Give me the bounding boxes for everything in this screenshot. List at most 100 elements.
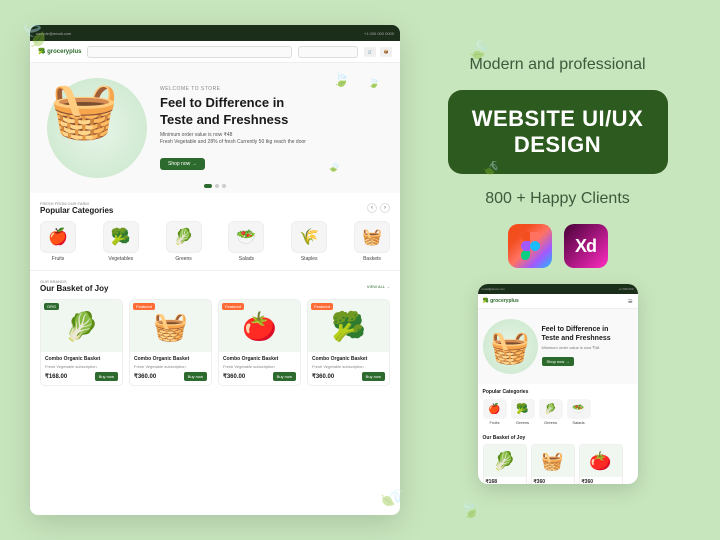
categories-grid: 🍎 Fruits 🥦 Vegetables 🥬 Greens 🥗 Salads …: [40, 221, 390, 262]
category-item-greens[interactable]: 🥬 Greens: [166, 221, 202, 262]
product-name-4: Combo Organic Basket: [312, 356, 385, 363]
category-item-baskets[interactable]: 🧺 Baskets: [354, 221, 390, 262]
products-section: OUR BRANDS Our Basket of Joy View All → …: [30, 271, 400, 394]
product-name-2: Combo Organic Basket: [134, 356, 207, 363]
categories-header: FRESH FROM OUR FARM Popular Categories ‹…: [40, 201, 390, 215]
clients-text: 800 + Happy Clients: [485, 190, 630, 208]
mobile-products-title: Our Basket of Joy: [483, 435, 633, 441]
mobile-products: Our Basket of Joy 🥬 ₹168 🧺 ₹360 🍅 ₹360: [478, 430, 638, 484]
categories-title: Popular Categories: [40, 206, 113, 215]
add-to-cart-btn-2[interactable]: Buy now: [184, 372, 207, 381]
product-img-2: 🧺 Featured: [130, 300, 211, 352]
figma-icon: [508, 224, 552, 268]
category-item-fruits[interactable]: 🍎 Fruits: [40, 221, 76, 262]
nav-icons: 🛒 📦: [364, 47, 392, 57]
product-img-4: 🥦 Featured: [308, 300, 389, 352]
category-item-vegetables[interactable]: 🥦 Vegetables: [103, 221, 139, 262]
hero-title-line2: Teste and Freshness: [160, 112, 288, 127]
xd-icon: Xd: [564, 224, 608, 268]
mobile-product-img-2: 🧺: [532, 445, 574, 477]
nav-cart-icon[interactable]: 🛒: [364, 47, 376, 57]
hero-section: 🧺 🍃 🍃 🍃 WELCOME TO STORE Feel to Differe…: [30, 63, 400, 193]
hero-image: 🧺: [42, 73, 152, 183]
product-footer-4: ₹360.00 Buy now: [312, 372, 385, 381]
hero-cta-button[interactable]: Shop now →: [160, 158, 205, 170]
categories-next-btn[interactable]: ›: [380, 203, 390, 213]
add-to-cart-btn-3[interactable]: Buy now: [273, 372, 296, 381]
product-footer-3: ₹360.00 Buy now: [223, 372, 296, 381]
mobile-hero-sub: Minimum order value is now ₹48: [542, 345, 633, 350]
product-icon-4: 🥦: [331, 310, 366, 343]
product-card-1: 🥬 ORG Combo Organic Basket Fresh Vegetab…: [40, 299, 123, 386]
nav-category[interactable]: [298, 46, 358, 58]
tool-icons: Xd: [508, 224, 608, 268]
mobile-product-1: 🥬 ₹168: [483, 444, 527, 484]
nav-logo: 🥦 groceryplus: [38, 48, 81, 55]
mobile-product-img-3: 🍅: [580, 445, 622, 477]
mobile-fruits-icon: 🍎: [483, 399, 507, 419]
hero-title: Feel to Difference in Teste and Freshnes…: [160, 95, 388, 129]
mobile-cats-title: Popular Categories: [483, 389, 633, 395]
add-to-cart-btn-4[interactable]: Buy now: [362, 372, 385, 381]
mobile-product-price-1: ₹168: [484, 477, 526, 484]
categories-nav: ‹ ›: [367, 203, 390, 213]
product-card-4: 🥦 Featured Combo Organic Basket Fresh Ve…: [307, 299, 390, 386]
product-icon-3: 🍅: [242, 310, 277, 343]
category-item-staples[interactable]: 🌾 Staples: [291, 221, 327, 262]
mobile-top-bar: email@store.com +1 000 000: [478, 284, 638, 294]
mobile-products-row: 🥬 ₹168 🧺 ₹360 🍅 ₹360: [483, 444, 633, 484]
mobile-hero: 🧺 Feel to Difference in Teste and Freshn…: [478, 309, 638, 384]
category-item-salads[interactable]: 🥗 Salads: [228, 221, 264, 262]
baskets-label: Baskets: [363, 256, 381, 262]
mobile-hero-cta[interactable]: Shop now →: [542, 357, 575, 366]
product-card-2: 🧺 Featured Combo Organic Basket Fresh Ve…: [129, 299, 212, 386]
mobile-mockup: email@store.com +1 000 000 🥦 groceryplus…: [478, 284, 638, 484]
mobile-greens-label: Greens: [544, 420, 557, 425]
xd-label: Xd: [575, 236, 596, 257]
main-badge: WEBSITE UI/UX DESIGN: [448, 90, 668, 175]
categories-prev-btn[interactable]: ‹: [367, 203, 377, 213]
mobile-product-price-3: ₹360: [580, 477, 622, 484]
product-name-3: Combo Organic Basket: [223, 356, 296, 363]
dot-1[interactable]: [204, 184, 212, 188]
mobile-menu-icon[interactable]: ≡: [628, 297, 633, 306]
mobile-top-right: +1 000 000: [618, 287, 633, 291]
product-img-1: 🥬 ORG: [41, 300, 122, 352]
products-header: OUR BRANDS Our Basket of Joy View All →: [40, 279, 390, 293]
product-info-4: Combo Organic Basket Fresh Vegetable sub…: [308, 352, 389, 385]
greens-icon-box: 🥬: [166, 221, 202, 253]
add-to-cart-btn-1[interactable]: Buy now: [95, 372, 118, 381]
dot-3[interactable]: [222, 184, 226, 188]
product-price-4: ₹360.00: [312, 373, 334, 380]
product-info-1: Combo Organic Basket Fresh Vegetable sub…: [41, 352, 122, 385]
mobile-product-img-1: 🥬: [484, 445, 526, 477]
view-all-link[interactable]: View All →: [367, 284, 390, 289]
product-desc-3: Fresh Vegetable subscription: [223, 364, 296, 369]
product-icon-1: 🥬: [64, 310, 99, 343]
nav-search[interactable]: [87, 46, 292, 58]
mobile-basket-icon: 🧺: [483, 319, 538, 374]
mobile-product-price-2: ₹360: [532, 477, 574, 484]
mobile-cat-greens[interactable]: 🥬 Greens: [539, 399, 563, 425]
mobile-cat-salads[interactable]: 🥗 Salads: [567, 399, 591, 425]
products-header-left: OUR BRANDS Our Basket of Joy: [40, 279, 108, 293]
info-subtitle: Modern and professional: [469, 56, 645, 74]
product-icon-2: 🧺: [153, 310, 188, 343]
nav-bar: 🥦 groceryplus 🛒 📦: [30, 41, 400, 63]
mobile-cat-fruits[interactable]: 🍎 Fruits: [483, 399, 507, 425]
product-info-2: Combo Organic Basket Fresh Vegetable sub…: [130, 352, 211, 385]
product-badge-1: ORG: [44, 303, 59, 310]
mobile-fruits-label: Fruits: [490, 420, 500, 425]
product-price-2: ₹360.00: [134, 373, 156, 380]
mobile-greens-icon: 🥬: [539, 399, 563, 419]
mobile-cat-vegetables[interactable]: 🥦 Greens: [511, 399, 535, 425]
categories-header-left: FRESH FROM OUR FARM Popular Categories: [40, 201, 113, 215]
product-badge-3: Featured: [222, 303, 244, 310]
products-title: Our Basket of Joy: [40, 284, 108, 293]
product-desc-1: Fresh Vegetable subscription: [45, 364, 118, 369]
dot-2[interactable]: [215, 184, 219, 188]
hero-leaf-1: 🍃: [333, 71, 350, 88]
staples-label: Staples: [301, 256, 318, 262]
nav-order-icon[interactable]: 📦: [380, 47, 392, 57]
product-footer-2: ₹360.00 Buy now: [134, 372, 207, 381]
